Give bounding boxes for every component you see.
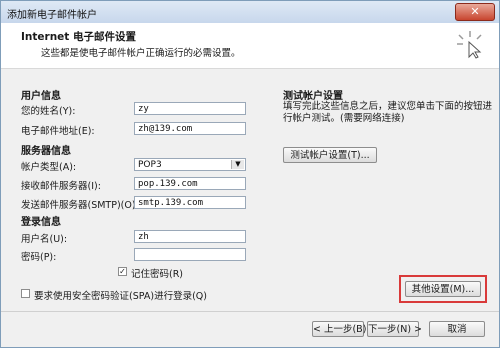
account-type-value: POP3	[138, 160, 162, 170]
more-settings-button[interactable]: 其他设置(M)...	[405, 281, 481, 297]
password-field[interactable]	[134, 248, 246, 261]
username-field[interactable]: zh	[134, 230, 246, 243]
test-settings-heading: 测试帐户设置	[283, 91, 343, 102]
name-label: 您的姓名(Y):	[21, 106, 76, 117]
name-field[interactable]: zy	[134, 102, 246, 115]
server-info-heading: 服务器信息	[21, 146, 71, 157]
user-info-heading: 用户信息	[21, 91, 61, 102]
test-description-line2: 行帐户测试。(需要网络连接)	[283, 113, 405, 124]
test-account-settings-button[interactable]: 测试帐户设置(T)...	[283, 147, 377, 163]
header-title: Internet 电子邮件设置	[21, 31, 136, 43]
add-email-account-dialog: 添加新电子邮件帐户 ✕ Internet 电子邮件设置 这些都是使电子邮件帐户正…	[0, 0, 500, 348]
incoming-server-field[interactable]: pop.139.com	[134, 177, 246, 190]
outgoing-server-label: 发送邮件服务器(SMTP)(O):	[21, 200, 139, 211]
cursor-sparkle-icon	[457, 31, 482, 59]
title-bar: 添加新电子邮件帐户 ✕	[1, 1, 499, 24]
footer-divider	[1, 311, 499, 312]
remember-password-checkbox[interactable]: ✓	[118, 267, 127, 276]
window-title: 添加新电子邮件帐户	[7, 10, 97, 21]
test-description-line1: 填写完此这些信息之后，建议您单击下面的按钮进	[283, 101, 493, 112]
outgoing-server-field[interactable]: smtp.139.com	[134, 196, 246, 209]
remember-password-label: 记住密码(R)	[131, 269, 184, 280]
next-button[interactable]: 下一步(N) >	[367, 321, 422, 337]
password-label: 密码(P):	[21, 252, 57, 263]
login-info-heading: 登录信息	[21, 217, 61, 228]
account-type-label: 帐户类型(A):	[21, 162, 77, 173]
dialog-header: Internet 电子邮件设置 这些都是使电子邮件帐户正确运行的必需设置。	[1, 23, 499, 69]
header-subtitle: 这些都是使电子邮件帐户正确运行的必需设置。	[41, 48, 241, 59]
email-label: 电子邮件地址(E):	[21, 126, 95, 137]
back-button[interactable]: < 上一步(B)	[312, 321, 366, 337]
spa-label: 要求使用安全密码验证(SPA)进行登录(Q)	[34, 291, 207, 302]
email-field[interactable]: zh@139.com	[134, 122, 246, 135]
cancel-button[interactable]: 取消	[429, 321, 485, 337]
chevron-down-icon[interactable]: ▼	[231, 160, 244, 169]
username-label: 用户名(U):	[21, 234, 68, 245]
incoming-server-label: 接收邮件服务器(I):	[21, 181, 101, 192]
close-button[interactable]: ✕	[455, 3, 495, 21]
account-type-select[interactable]: POP3 ▼	[134, 158, 246, 171]
spa-checkbox[interactable]	[21, 289, 30, 298]
